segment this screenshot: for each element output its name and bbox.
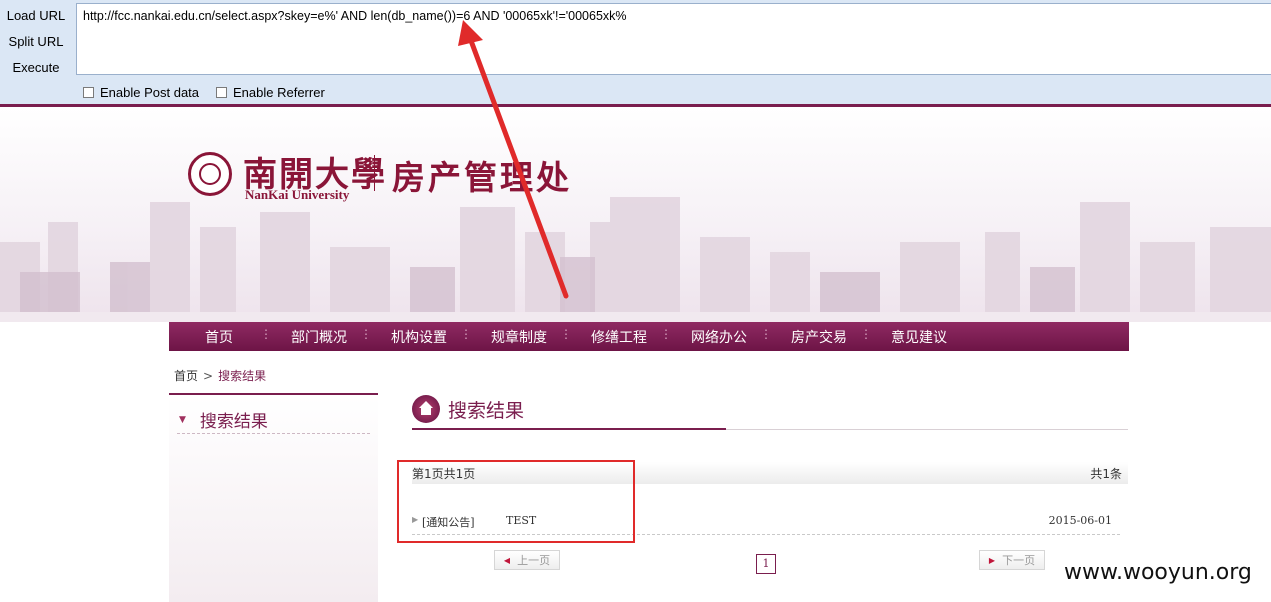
- university-name-en: NanKai University: [245, 187, 350, 202]
- url-textarea[interactable]: http://fcc.nankai.edu.cn/select.aspx?ske…: [76, 3, 1271, 75]
- sidebar-item-search-results[interactable]: ▼ 搜索结果: [179, 407, 268, 432]
- total-count: 共1条: [1090, 467, 1122, 481]
- enable-post-label: Enable Post data: [100, 85, 200, 100]
- prev-page-button[interactable]: ◀ 上一页: [494, 550, 560, 570]
- nav-item-trade[interactable]: 房产交易: [769, 327, 872, 347]
- home-icon: [412, 395, 440, 423]
- page-number-current[interactable]: 1: [756, 554, 776, 574]
- nav-item-regulations[interactable]: 规章制度: [469, 327, 572, 347]
- nav-item-home[interactable]: 首页: [169, 327, 272, 347]
- watermark: www.wooyun.org: [1064, 560, 1252, 585]
- nav-item-feedback[interactable]: 意见建议: [869, 327, 969, 347]
- breadcrumb-separator: >: [203, 369, 214, 383]
- breadcrumb: 首页 > 搜索结果: [174, 367, 266, 384]
- logo-divider: [374, 155, 375, 191]
- sidebar-item-label: 搜索结果: [199, 412, 268, 432]
- next-page-label: 下一页: [1002, 554, 1036, 567]
- enable-referrer-checkbox[interactable]: Enable Referrer: [216, 85, 325, 100]
- annotation-highlight-box: [397, 460, 635, 543]
- nav-item-repair[interactable]: 修缮工程: [569, 327, 672, 347]
- page-title: 搜索结果: [412, 395, 524, 423]
- triangle-right-icon: ▶: [988, 555, 996, 565]
- university-seal-logo: [188, 152, 232, 196]
- enable-referrer-label: Enable Referrer: [233, 85, 325, 100]
- prev-page-label: 上一页: [517, 554, 551, 567]
- enable-post-checkbox[interactable]: Enable Post data: [83, 85, 199, 100]
- site-banner: 南開大學 NanKai University 房产管理处: [0, 107, 1271, 322]
- breadcrumb-current: 搜索结果: [218, 369, 267, 383]
- result-date: 2015-06-01: [1048, 514, 1112, 527]
- load-url-button[interactable]: Load URL: [0, 8, 72, 23]
- hackbar-toolbar: Load URL Split URL Execute http://fcc.na…: [0, 0, 1271, 104]
- city-skyline-illustration: [0, 197, 1271, 322]
- main-nav: 首页 部门概况 机构设置 规章制度 修缮工程 网络办公 房产交易 意见建议: [169, 322, 1129, 351]
- breadcrumb-home-link[interactable]: 首页: [174, 369, 198, 383]
- execute-button[interactable]: Execute: [0, 60, 72, 75]
- nav-item-about[interactable]: 部门概况: [269, 327, 372, 347]
- next-page-button[interactable]: ▶ 下一页: [979, 550, 1045, 570]
- nav-item-organization[interactable]: 机构设置: [369, 327, 472, 347]
- department-title: 房产管理处: [392, 158, 572, 197]
- sidebar-divider: [177, 433, 370, 434]
- checkbox-box[interactable]: [83, 87, 94, 98]
- page-title-text: 搜索结果: [448, 399, 525, 422]
- title-accent-line: [412, 428, 726, 430]
- split-url-button[interactable]: Split URL: [0, 34, 72, 49]
- triangle-down-icon: ▼: [179, 414, 186, 425]
- sidebar: ▼ 搜索结果: [169, 393, 378, 602]
- nav-item-office[interactable]: 网络办公: [669, 327, 772, 347]
- checkbox-box[interactable]: [216, 87, 227, 98]
- triangle-left-icon: ◀: [503, 555, 511, 565]
